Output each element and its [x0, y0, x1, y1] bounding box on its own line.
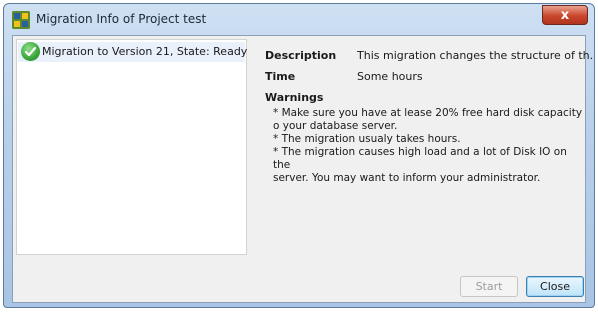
- warnings-text: * Make sure you have at lease 20% free h…: [273, 107, 583, 185]
- window-close-button[interactable]: x: [542, 5, 588, 25]
- warning-line: server. You may want to inform your admi…: [273, 172, 541, 184]
- warning-line: * Make sure you have at lease 20% free h…: [273, 107, 583, 119]
- check-icon: [21, 42, 40, 61]
- start-button[interactable]: Start: [460, 276, 518, 297]
- migration-info-dialog: Migration Info of Project test x Migrati…: [3, 3, 595, 308]
- description-value: This migration changes the structure of …: [357, 49, 595, 62]
- list-item[interactable]: Migration to Version 21, State: Ready: [18, 42, 248, 62]
- description-label: Description: [265, 49, 337, 62]
- warnings-label: Warnings: [265, 91, 324, 104]
- title-bar[interactable]: Migration Info of Project test x: [4, 4, 594, 34]
- close-button[interactable]: Close: [526, 276, 584, 297]
- dialog-content: Migration to Version 21, State: Ready De…: [12, 35, 594, 303]
- warning-line: * The migration usualy takes hours.: [273, 133, 461, 145]
- time-value: Some hours: [357, 70, 423, 83]
- app-icon: [12, 11, 30, 29]
- warning-line: o your database server.: [273, 120, 398, 132]
- warning-line: * The migration causes high load and a l…: [273, 146, 567, 171]
- window-title: Migration Info of Project test: [36, 12, 207, 26]
- migration-list[interactable]: Migration to Version 21, State: Ready: [16, 39, 247, 255]
- list-item-label: Migration to Version 21, State: Ready: [42, 45, 248, 58]
- time-label: Time: [265, 70, 296, 83]
